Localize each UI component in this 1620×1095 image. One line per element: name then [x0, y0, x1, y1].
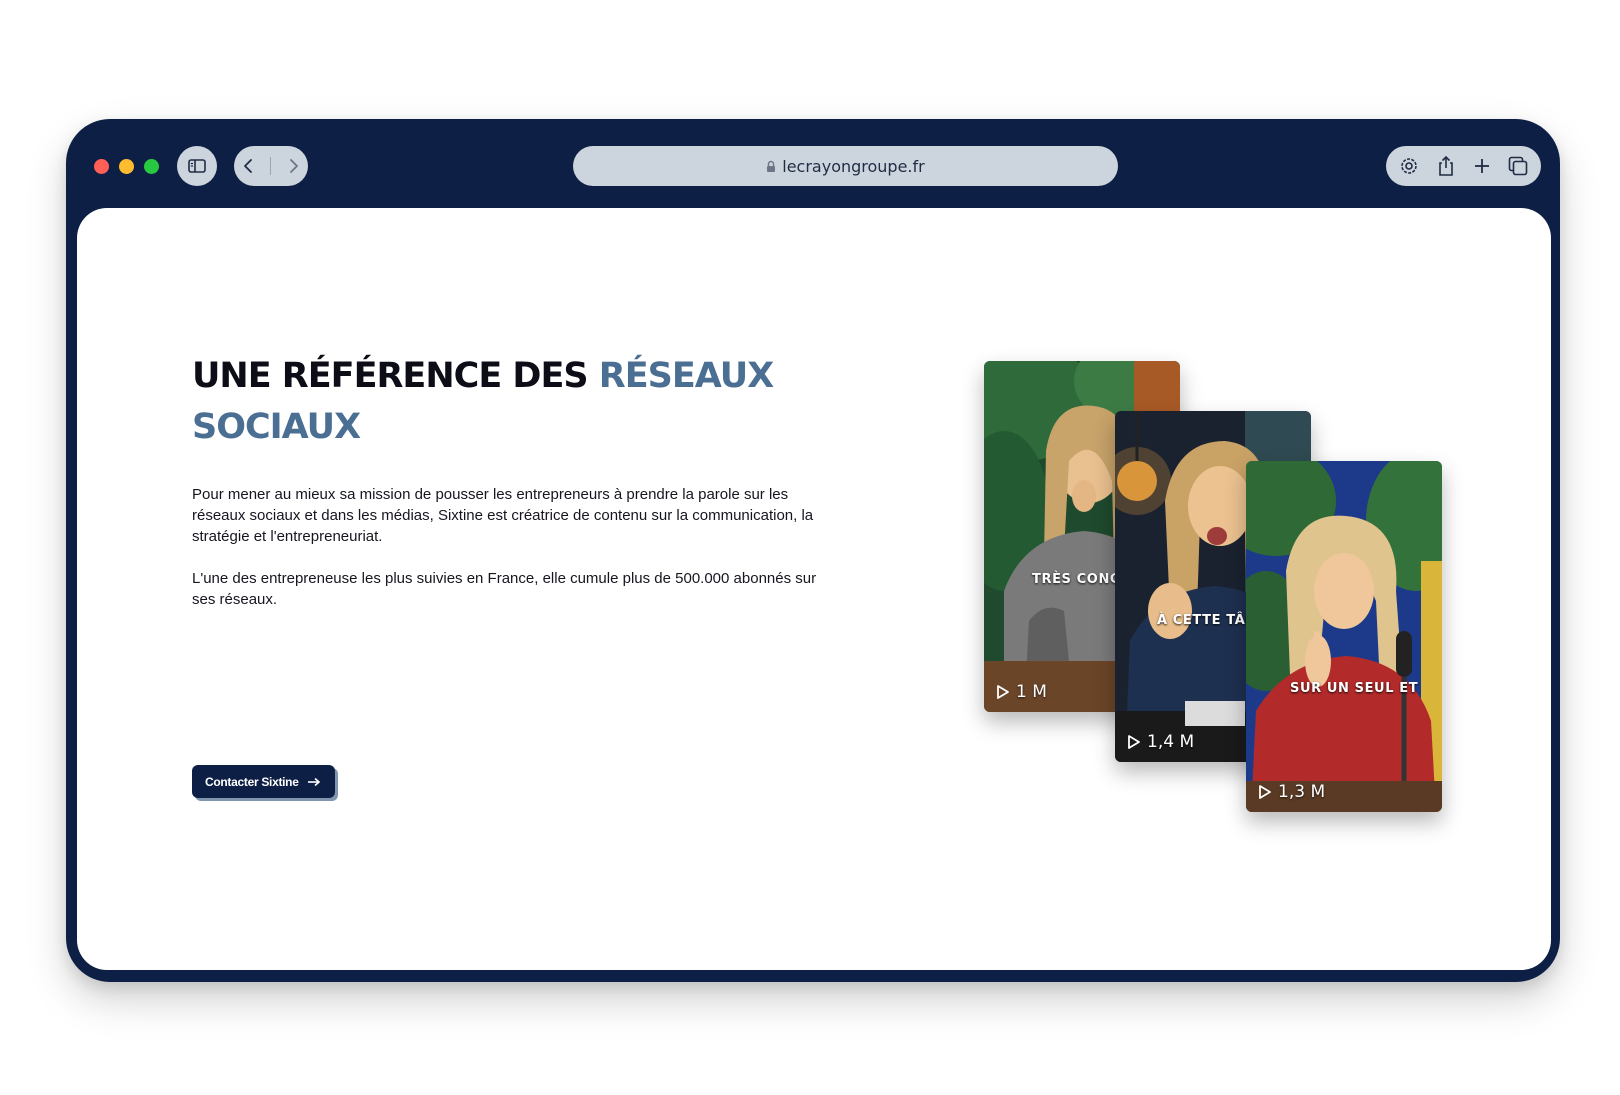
video-card[interactable]: SUR UN SEUL ET 1,3 M: [1246, 461, 1442, 812]
navigation-controls: [234, 146, 308, 186]
play-icon: [1128, 735, 1140, 749]
sidebar-icon: [188, 159, 206, 173]
browser-window: lecrayongroupe.fr UNE RÉFÉRENCE DES RÉSE…: [66, 119, 1560, 982]
video-thumbnail: [1246, 461, 1442, 812]
url-text: lecrayongroupe.fr: [782, 156, 925, 176]
arrow-right-icon: [307, 777, 320, 786]
page-title: UNE RÉFÉRENCE DES RÉSEAUX SOCIAUX: [192, 351, 832, 453]
maximize-window-button[interactable]: [144, 159, 159, 174]
view-count: 1,3 M: [1258, 782, 1325, 802]
lock-icon: [767, 160, 776, 172]
minimize-window-button[interactable]: [119, 159, 134, 174]
close-window-button[interactable]: [94, 159, 109, 174]
plus-icon: [1474, 159, 1489, 173]
page-content: UNE RÉFÉRENCE DES RÉSEAUX SOCIAUX Pour m…: [77, 208, 1551, 970]
title-main: UNE RÉFÉRENCE DES: [192, 356, 599, 396]
browser-toolbar: lecrayongroupe.fr: [66, 119, 1560, 207]
view-count-text: 1,3 M: [1278, 782, 1326, 802]
settings-button[interactable]: [1399, 156, 1419, 176]
play-icon: [1259, 785, 1271, 799]
view-count: 1,4 M: [1127, 732, 1194, 752]
intro-paragraph: Pour mener au mieux sa mission de pousse…: [192, 486, 814, 545]
address-bar[interactable]: lecrayongroupe.fr: [573, 146, 1118, 186]
play-icon: [997, 685, 1009, 699]
nav-divider: [270, 157, 272, 175]
view-count-text: 1,4 M: [1147, 732, 1195, 752]
contact-button-label: Contacter Sixtine: [205, 774, 299, 789]
chevron-right-icon: [289, 159, 298, 173]
video-caption: SUR UN SEUL ET: [1290, 681, 1419, 696]
share-icon: [1439, 155, 1454, 176]
view-count: 1 M: [996, 682, 1047, 702]
view-count-text: 1 M: [1016, 682, 1047, 702]
back-button[interactable]: [242, 158, 254, 174]
tab-overview-button[interactable]: [1508, 156, 1528, 176]
forward-button[interactable]: [288, 158, 300, 174]
toolbar-actions: [1386, 146, 1541, 186]
chevron-left-icon: [244, 159, 253, 173]
settings-icon: [1401, 158, 1417, 174]
stats-paragraph: L'une des entrepreneuse les plus suivies…: [192, 570, 817, 608]
sidebar-toggle-button[interactable]: [177, 146, 217, 186]
tabs-icon: [1508, 156, 1528, 176]
share-button[interactable]: [1437, 155, 1455, 177]
new-tab-button[interactable]: [1474, 158, 1490, 174]
contact-button[interactable]: Contacter Sixtine: [192, 765, 335, 798]
